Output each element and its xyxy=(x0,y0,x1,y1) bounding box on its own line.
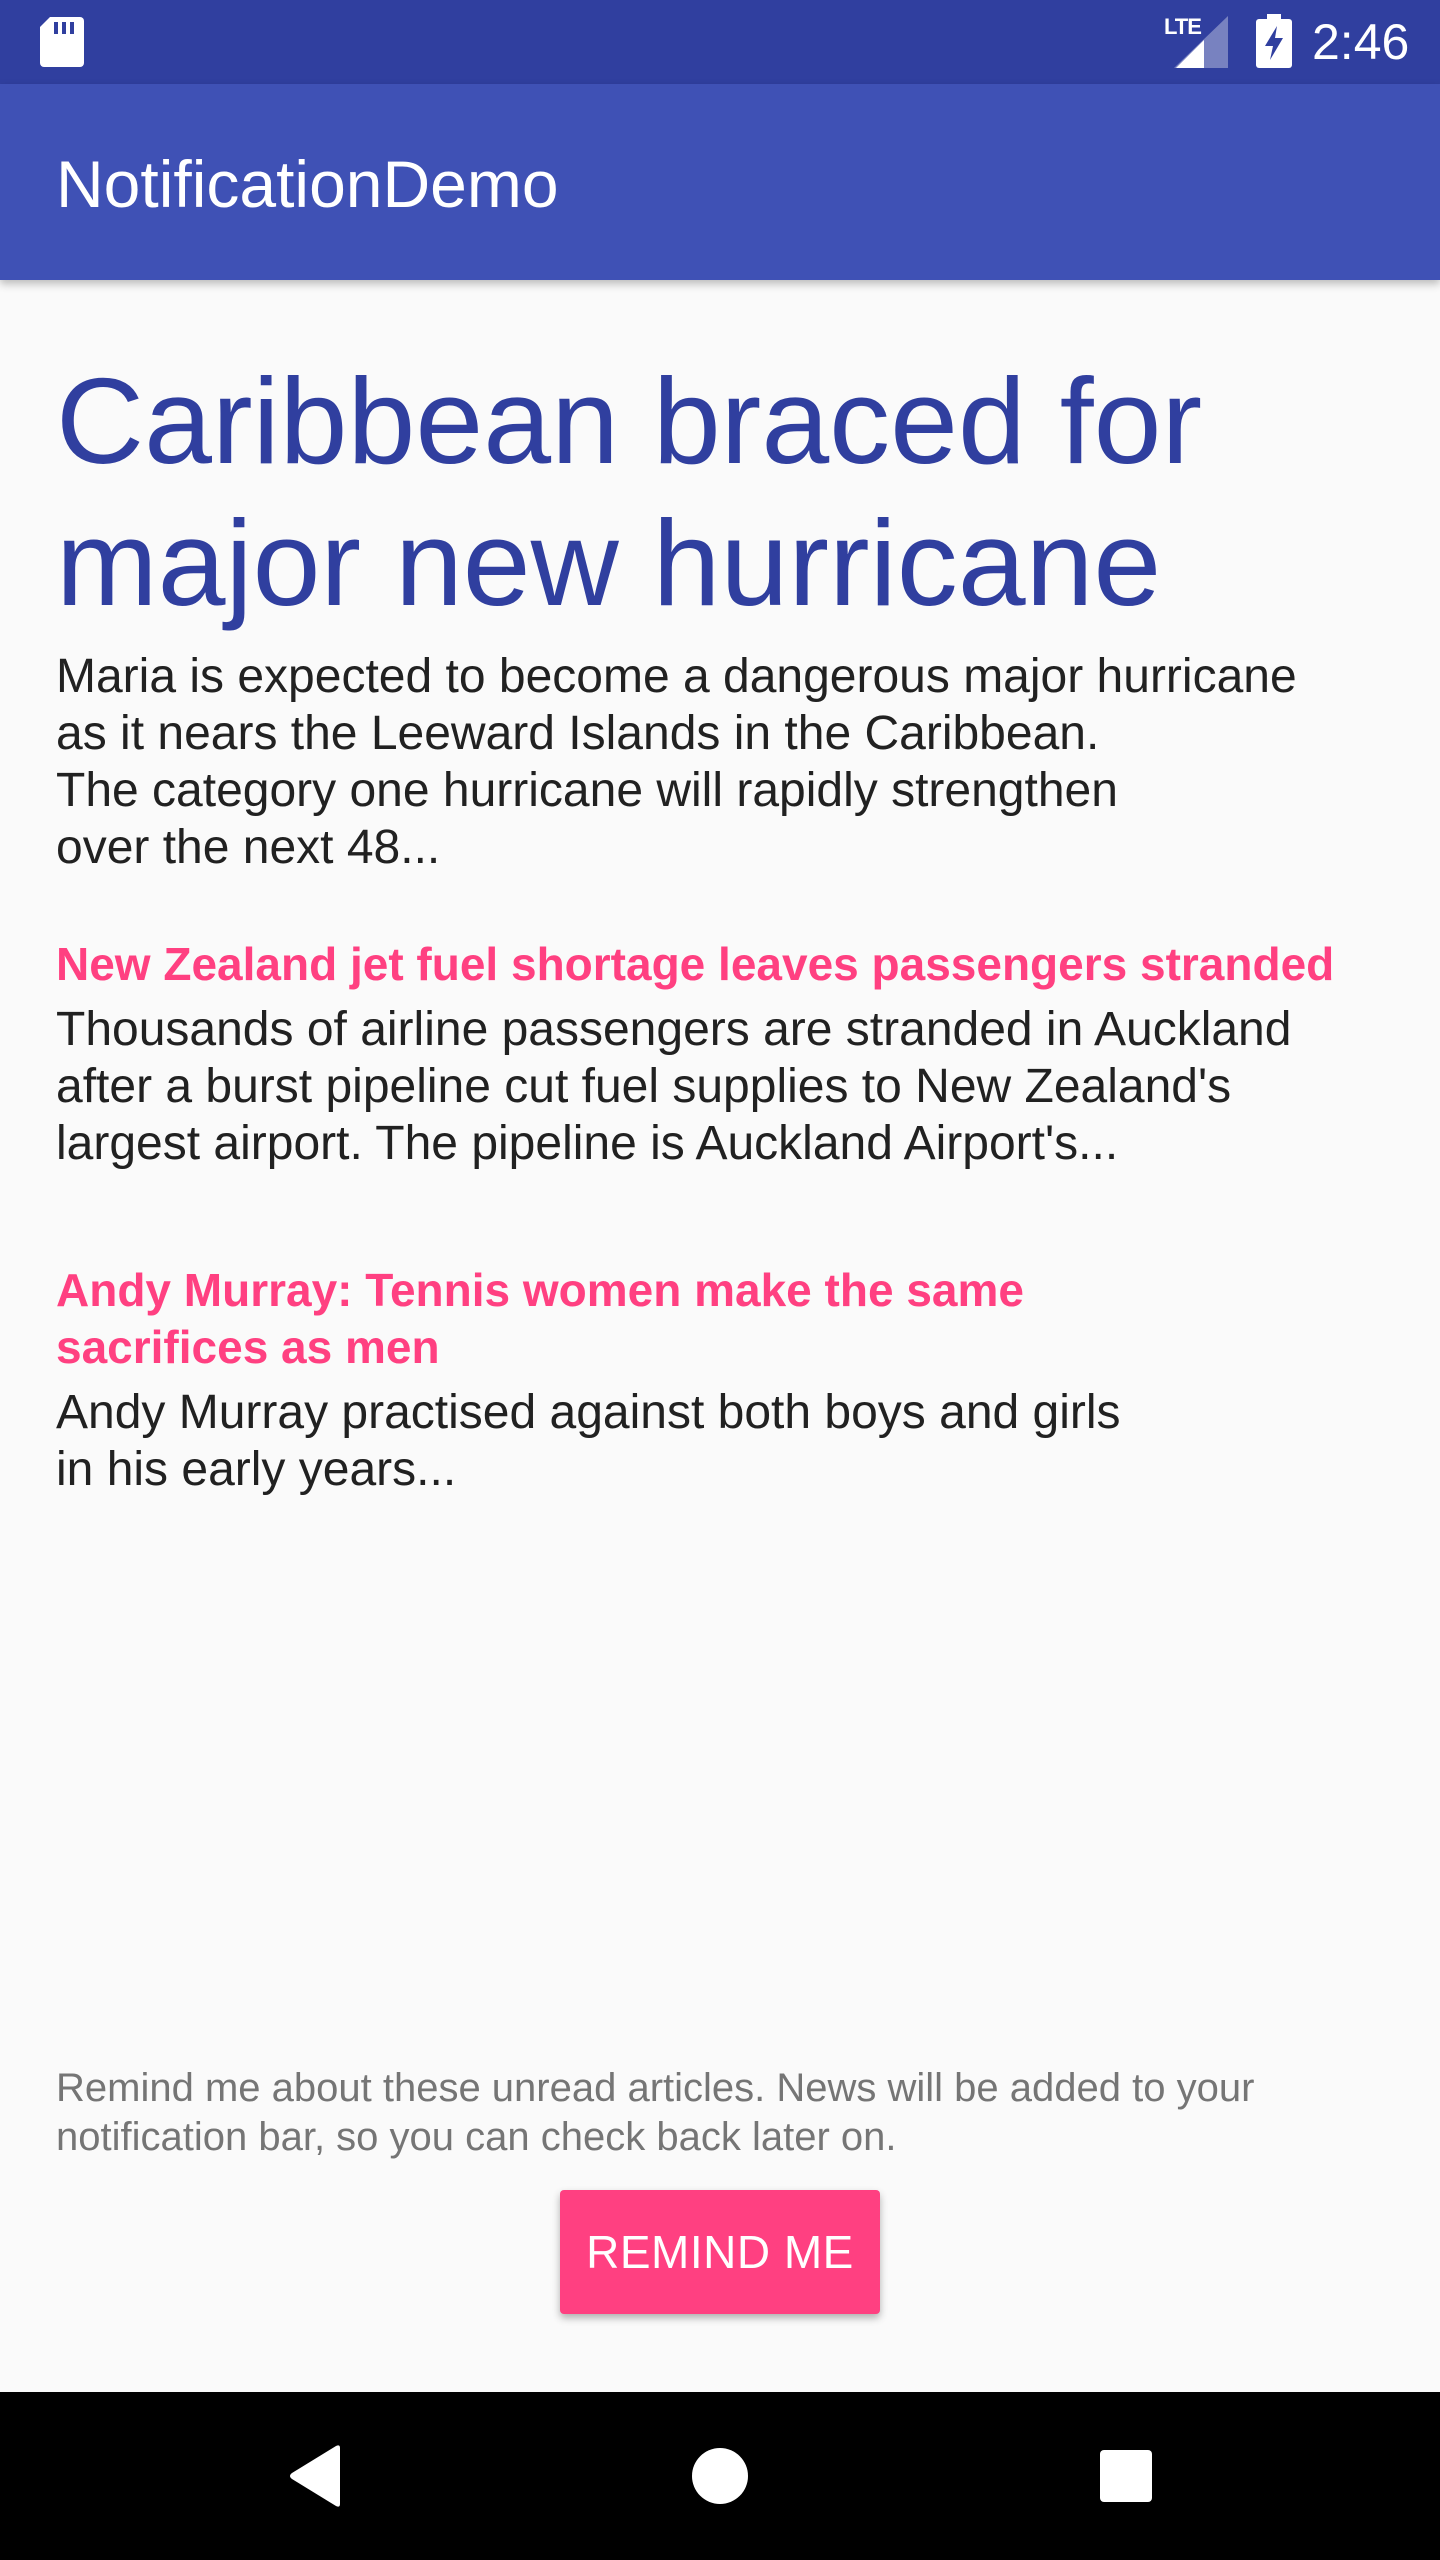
headline-body: Maria is expected to become a dangerous … xyxy=(56,650,1297,874)
back-button[interactable] xyxy=(266,2426,366,2526)
navigation-bar xyxy=(0,2392,1440,2560)
reminder-description: Remind me about these unread articles. N… xyxy=(56,2066,1255,2159)
article-title: New Zealand jet fuel shortage leaves pas… xyxy=(56,938,1335,990)
article-item: Andy Murray: Tennis women make the same … xyxy=(56,1262,1396,1498)
article-body: Andy Murray practised against both boys … xyxy=(56,1386,1121,1496)
back-icon xyxy=(290,2445,340,2507)
app-bar: NotificationDemo xyxy=(0,84,1440,280)
news-content: Caribbean braced for major new hurricane… xyxy=(56,350,1396,1498)
home-button[interactable] xyxy=(670,2426,770,2526)
home-icon xyxy=(692,2448,748,2504)
signal-icon xyxy=(1174,16,1228,68)
recents-icon xyxy=(1100,2450,1152,2502)
app-title: NotificationDemo xyxy=(56,147,559,221)
battery-charging-icon xyxy=(1256,14,1292,68)
status-bar: LTE 2:46 xyxy=(0,0,1440,84)
remind-me-button[interactable]: REMIND ME xyxy=(560,2190,880,2314)
headline-title: Caribbean braced for major new hurricane xyxy=(56,353,1203,631)
recents-button[interactable] xyxy=(1076,2426,1176,2526)
status-clock: 2:46 xyxy=(1312,14,1410,70)
article-title: Andy Murray: Tennis women make the same … xyxy=(56,1264,1024,1373)
article-body: Thousands of airline passengers are stra… xyxy=(56,1003,1292,1170)
article-item: New Zealand jet fuel shortage leaves pas… xyxy=(56,936,1396,1172)
sd-card-icon xyxy=(40,17,84,67)
